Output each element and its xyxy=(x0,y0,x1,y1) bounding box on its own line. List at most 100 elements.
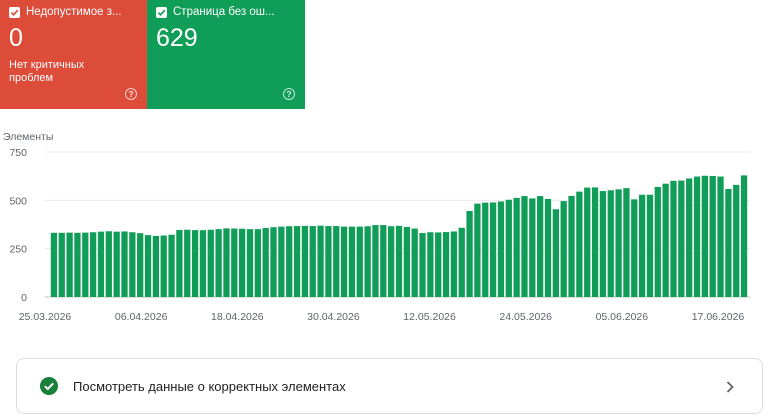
bar xyxy=(709,175,716,297)
x-tick-label: 06.04.2026 xyxy=(115,311,168,323)
bar xyxy=(144,235,152,297)
bar xyxy=(74,232,81,297)
bar xyxy=(474,203,481,297)
chevron-right-icon xyxy=(726,381,734,393)
bar xyxy=(152,235,160,297)
bar xyxy=(317,225,324,297)
bar xyxy=(231,228,238,297)
bar xyxy=(521,196,528,297)
bar xyxy=(693,176,701,297)
bar xyxy=(419,233,426,297)
bar xyxy=(58,232,65,297)
help-icon[interactable]: ? xyxy=(125,88,137,100)
bar xyxy=(568,195,575,297)
bar xyxy=(160,235,167,297)
bar xyxy=(176,229,183,297)
bar xyxy=(262,227,269,297)
bar xyxy=(325,226,332,297)
bar xyxy=(529,198,536,297)
bar xyxy=(584,187,591,297)
bar xyxy=(380,225,387,297)
y-tick-label: 250 xyxy=(9,244,27,256)
bar xyxy=(348,226,356,297)
valid-card-value: 629 xyxy=(156,24,198,52)
bar xyxy=(599,191,607,297)
bar xyxy=(591,187,599,297)
bar xyxy=(725,188,732,297)
x-tick-label: 05.06.2026 xyxy=(596,311,649,323)
help-icon[interactable]: ? xyxy=(283,88,295,100)
checkbox-checked-icon[interactable] xyxy=(9,6,20,18)
bar xyxy=(293,226,301,297)
bar xyxy=(301,225,309,297)
bar xyxy=(254,229,261,297)
bar xyxy=(403,227,410,297)
x-tick-label: 18.04.2026 xyxy=(211,311,264,323)
bar xyxy=(678,180,685,297)
bar xyxy=(309,226,316,297)
bar xyxy=(466,210,473,297)
bar xyxy=(576,191,583,297)
bar xyxy=(356,226,363,297)
bar xyxy=(560,201,567,297)
bar xyxy=(427,232,434,297)
bar xyxy=(82,232,89,297)
view-valid-items-label: Посмотреть данные о корректных элементах xyxy=(73,378,346,394)
bar xyxy=(662,183,669,297)
bar xyxy=(740,175,748,297)
bar xyxy=(199,230,207,297)
bar xyxy=(168,234,175,297)
bar xyxy=(246,229,254,297)
bar xyxy=(364,226,371,297)
bar xyxy=(646,194,654,297)
y-axis-label: Элементы xyxy=(3,131,53,143)
bar xyxy=(411,228,418,297)
x-tick-label: 30.04.2026 xyxy=(307,311,360,323)
error-card-header: Недопустимое з... xyxy=(9,6,138,18)
bar xyxy=(482,202,489,297)
x-tick-label: 24.05.2026 xyxy=(499,311,552,323)
bar xyxy=(333,226,340,297)
error-card-title: Недопустимое з... xyxy=(26,6,122,18)
checkbox-checked-icon[interactable] xyxy=(156,6,167,18)
x-tick-label: 17.06.2026 xyxy=(692,311,745,323)
y-tick-label: 750 xyxy=(9,147,27,159)
bar xyxy=(340,226,348,297)
bar xyxy=(184,229,191,297)
items-bar-chart: Элементы 0 250 500 750 25.03.2026 06.04.2026 18… xyxy=(3,131,750,323)
bar xyxy=(631,199,638,297)
bar xyxy=(552,209,559,297)
valid-card-title: Страница без ош... xyxy=(173,6,275,18)
bar xyxy=(121,231,128,297)
bar xyxy=(450,231,458,297)
bar xyxy=(544,198,552,297)
x-tick-label: 12.05.2026 xyxy=(403,311,456,323)
bar xyxy=(207,229,214,297)
view-valid-items-button[interactable]: Посмотреть данные о корректных элементах xyxy=(16,358,763,414)
bar xyxy=(223,228,230,297)
bar xyxy=(129,232,136,297)
bar xyxy=(638,194,646,297)
error-card[interactable]: Недопустимое з... 0 Нет критичных пробле… xyxy=(0,0,147,109)
bar xyxy=(733,184,740,297)
bar xyxy=(105,231,112,297)
bar xyxy=(395,225,403,297)
bar xyxy=(537,196,544,297)
bar xyxy=(497,201,505,297)
bar xyxy=(191,230,199,297)
check-circle-icon xyxy=(40,377,58,395)
bar xyxy=(270,227,277,297)
bar xyxy=(489,202,497,297)
error-card-value: 0 xyxy=(9,24,23,52)
bar xyxy=(239,228,246,297)
y-tick-label: 0 xyxy=(21,292,27,304)
bar xyxy=(435,232,442,297)
bar xyxy=(286,226,293,297)
bar xyxy=(137,233,144,297)
bar xyxy=(513,197,520,297)
x-tick-label: 25.03.2026 xyxy=(19,311,72,323)
valid-card[interactable]: Страница без ош... 629 ? xyxy=(147,0,305,109)
bar xyxy=(388,226,395,297)
bar xyxy=(505,199,512,297)
bar xyxy=(97,231,105,297)
